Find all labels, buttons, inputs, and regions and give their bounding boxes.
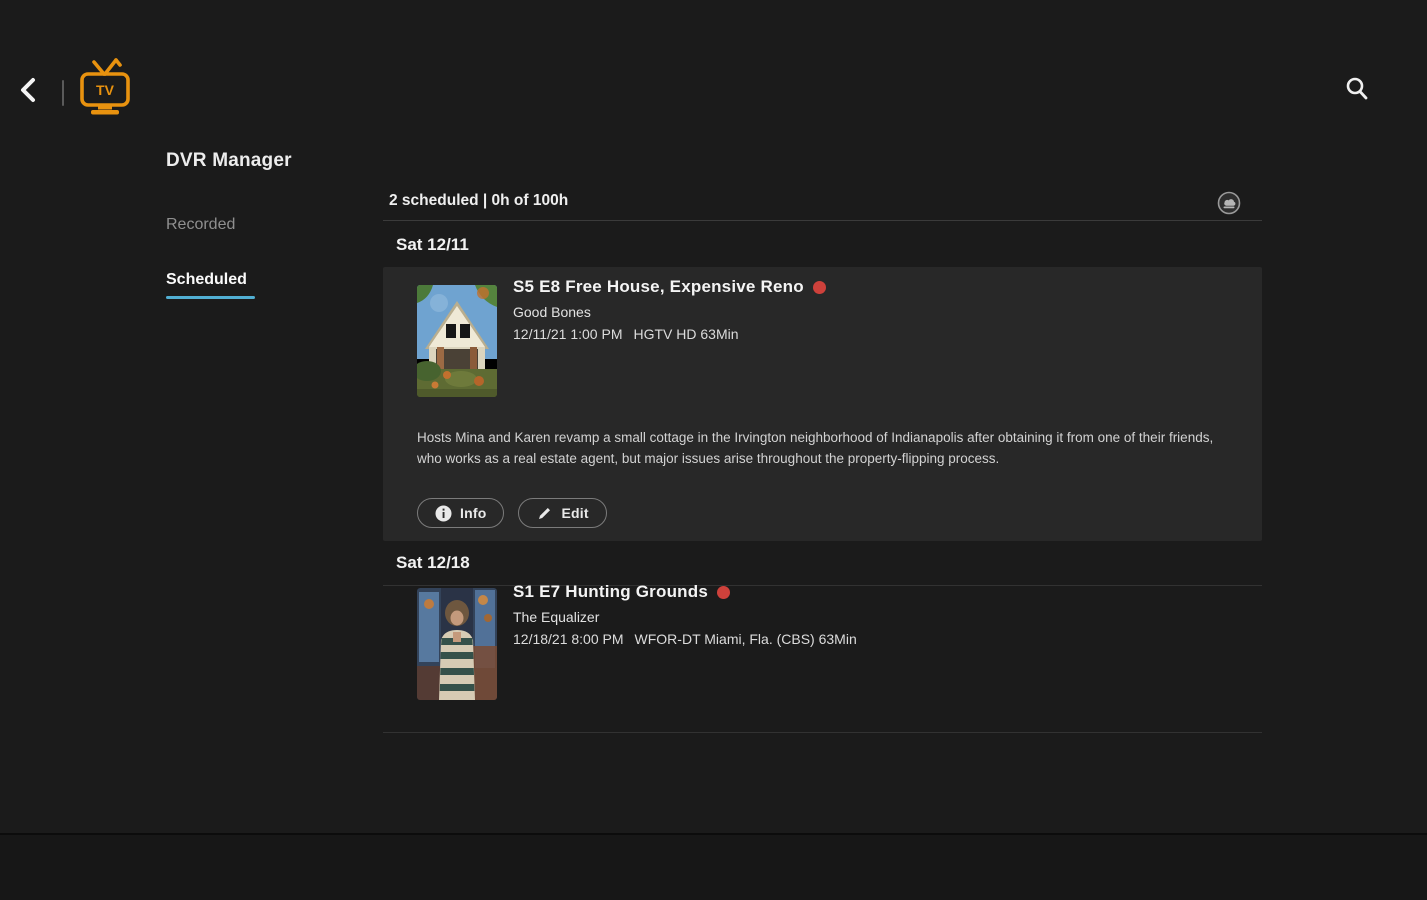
airing-datetime: 12/18/21 8:00 PM [513, 631, 624, 647]
episode-title: S1 E7 Hunting Grounds [513, 582, 708, 602]
bottom-strip [0, 835, 1427, 900]
pencil-icon [536, 505, 553, 522]
airing-channel: WFOR-DT Miami, Fla. (CBS) 63Min [635, 631, 857, 647]
episode-description: Hosts Mina and Karen revamp a small cott… [417, 427, 1229, 469]
dvr-storage-button[interactable] [1216, 190, 1242, 216]
active-tab-underline [166, 296, 255, 299]
scheduled-entry-card[interactable]: S5 E8 Free House, Expensive Reno Good Bo… [383, 267, 1262, 541]
chevron-left-icon [14, 74, 46, 106]
airing-channel: HGTV HD 63Min [633, 326, 738, 342]
episode-thumbnail [417, 285, 497, 397]
tv-logo-icon: TV [78, 58, 132, 116]
house-thumbnail-art [417, 285, 497, 397]
episode-thumbnail [417, 588, 497, 700]
recording-indicator-icon [813, 281, 826, 294]
edit-button-label: Edit [561, 505, 588, 521]
show-name: The Equalizer [513, 609, 857, 625]
show-name: Good Bones [513, 304, 826, 320]
airing-datetime: 12/11/21 1:00 PM [513, 326, 622, 342]
airing-meta: 12/18/21 8:00 PM WFOR-DT Miami, Fla. (CBS… [513, 631, 857, 647]
info-circle-icon [435, 505, 452, 522]
sidebar-item-scheduled[interactable]: Scheduled [166, 271, 247, 289]
svg-text:TV: TV [96, 82, 115, 98]
section-date: Sat 12/18 [396, 553, 1262, 573]
scheduled-entry-row[interactable]: S1 E7 Hunting Grounds The Equalizer 12/1… [383, 586, 1262, 732]
dvr-storage-icon [1216, 190, 1242, 216]
scheduled-list: 2 scheduled | 0h of 100h Sat 12/11 [383, 186, 1262, 733]
section-date: Sat 12/11 [396, 235, 1262, 255]
search-icon [1342, 74, 1372, 104]
entry-text-block: S1 E7 Hunting Grounds The Equalizer 12/1… [513, 582, 857, 647]
list-end-divider [383, 732, 1262, 733]
entry-text-block: S5 E8 Free House, Expensive Reno Good Bo… [513, 277, 826, 342]
topbar-divider [62, 80, 64, 106]
summary-divider [383, 220, 1262, 221]
back-button[interactable] [14, 74, 46, 106]
search-button[interactable] [1342, 74, 1372, 104]
dvr-summary-text: 2 scheduled | 0h of 100h [389, 192, 568, 210]
dvr-summary-row: 2 scheduled | 0h of 100h [383, 186, 1262, 220]
sidebar-item-recorded[interactable]: Recorded [166, 216, 235, 234]
page-title: DVR Manager [166, 150, 292, 172]
episode-title: S5 E8 Free House, Expensive Reno [513, 277, 804, 297]
tv-app-logo[interactable]: TV [78, 58, 132, 116]
airing-meta: 12/11/21 1:00 PM HGTV HD 63Min [513, 326, 826, 342]
dvr-manager-screen: TV DVR Manager Recorded Scheduled 2 sche… [0, 0, 1427, 900]
info-button-label: Info [460, 505, 486, 521]
recording-indicator-icon [717, 586, 730, 599]
entry-actions: Info Edit [417, 498, 607, 528]
info-button[interactable]: Info [417, 498, 504, 528]
edit-button[interactable]: Edit [518, 498, 606, 528]
equalizer-thumbnail-art [417, 588, 497, 700]
